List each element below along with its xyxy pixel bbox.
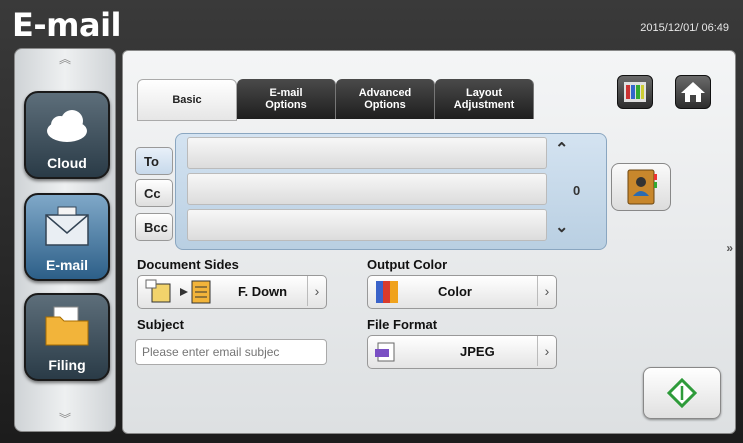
- tab-bar: Basic E-mail Options Advanced Options Layo…: [137, 79, 534, 121]
- app-window: E-mail 2015/12/01/ 06:49 ︽ Cloud E-mail: [0, 0, 743, 443]
- datetime-readout: 2015/12/01/ 06:49: [640, 22, 729, 34]
- output-color-dropdown[interactable]: Color ›: [367, 275, 557, 309]
- sidebar-item-cloud[interactable]: Cloud: [24, 91, 110, 179]
- cc-button[interactable]: Cc: [135, 179, 173, 207]
- chevron-right-icon: ›: [307, 276, 326, 306]
- folder-icon: [45, 306, 89, 346]
- recipient-count: 0: [573, 183, 581, 198]
- sidebar-item-filing[interactable]: Filing: [24, 293, 110, 381]
- scroll-up-chevron-icon[interactable]: ⌃: [555, 139, 568, 159]
- address-book-icon: [627, 169, 657, 205]
- envelope-icon: [45, 206, 89, 246]
- home-icon[interactable]: [675, 75, 711, 109]
- settings-book-icon[interactable]: [617, 75, 653, 109]
- sidebar-item-label: Cloud: [47, 155, 87, 171]
- tab-email-options[interactable]: E-mail Options: [237, 79, 336, 119]
- scroll-down-icon[interactable]: ︾: [15, 413, 115, 425]
- chevron-right-icon: ›: [537, 336, 556, 366]
- sidebar: ︽ Cloud E-mail Filing ︾: [14, 48, 116, 432]
- output-color-value: Color: [438, 284, 472, 299]
- duplex-scan-icon: [145, 279, 211, 304]
- color-swatch-icon: [376, 281, 398, 303]
- page-title: E-mail: [12, 6, 122, 44]
- jpeg-file-icon: [375, 342, 395, 362]
- document-sides-value: F. Down: [238, 284, 288, 299]
- subject-input[interactable]: [135, 339, 327, 365]
- to-button[interactable]: To: [135, 147, 173, 175]
- file-format-dropdown[interactable]: JPEG ›: [367, 335, 557, 369]
- bcc-field[interactable]: [187, 209, 547, 241]
- cc-field[interactable]: [187, 173, 547, 205]
- output-color-label: Output Color: [367, 257, 448, 272]
- scroll-down-chevron-icon[interactable]: ⌄: [555, 217, 568, 237]
- sidebar-item-label: E-mail: [45, 257, 88, 273]
- file-format-label: File Format: [367, 317, 438, 332]
- tab-advanced-options[interactable]: Advanced Options: [336, 79, 435, 119]
- chevron-right-icon: ›: [537, 276, 556, 306]
- more-chevron-icon[interactable]: »: [726, 241, 733, 255]
- address-book-button[interactable]: [611, 163, 671, 211]
- main-panel: Basic E-mail Options Advanced Options Layo…: [122, 50, 736, 434]
- file-format-value: JPEG: [460, 344, 495, 359]
- scroll-up-icon[interactable]: ︽: [15, 53, 115, 65]
- document-sides-dropdown[interactable]: F. Down ›: [137, 275, 327, 309]
- document-sides-label: Document Sides: [137, 257, 239, 272]
- to-field[interactable]: [187, 137, 547, 169]
- sidebar-item-email[interactable]: E-mail: [24, 193, 110, 281]
- subject-label: Subject: [137, 317, 184, 332]
- sidebar-item-label: Filing: [48, 357, 86, 373]
- start-button[interactable]: [643, 367, 721, 419]
- tab-layout-adjustment[interactable]: Layout Adjustment: [435, 79, 534, 119]
- tab-basic[interactable]: Basic: [137, 79, 237, 121]
- cloud-icon: [47, 110, 87, 142]
- start-diamond-icon: [666, 377, 698, 409]
- bcc-button[interactable]: Bcc: [135, 213, 173, 241]
